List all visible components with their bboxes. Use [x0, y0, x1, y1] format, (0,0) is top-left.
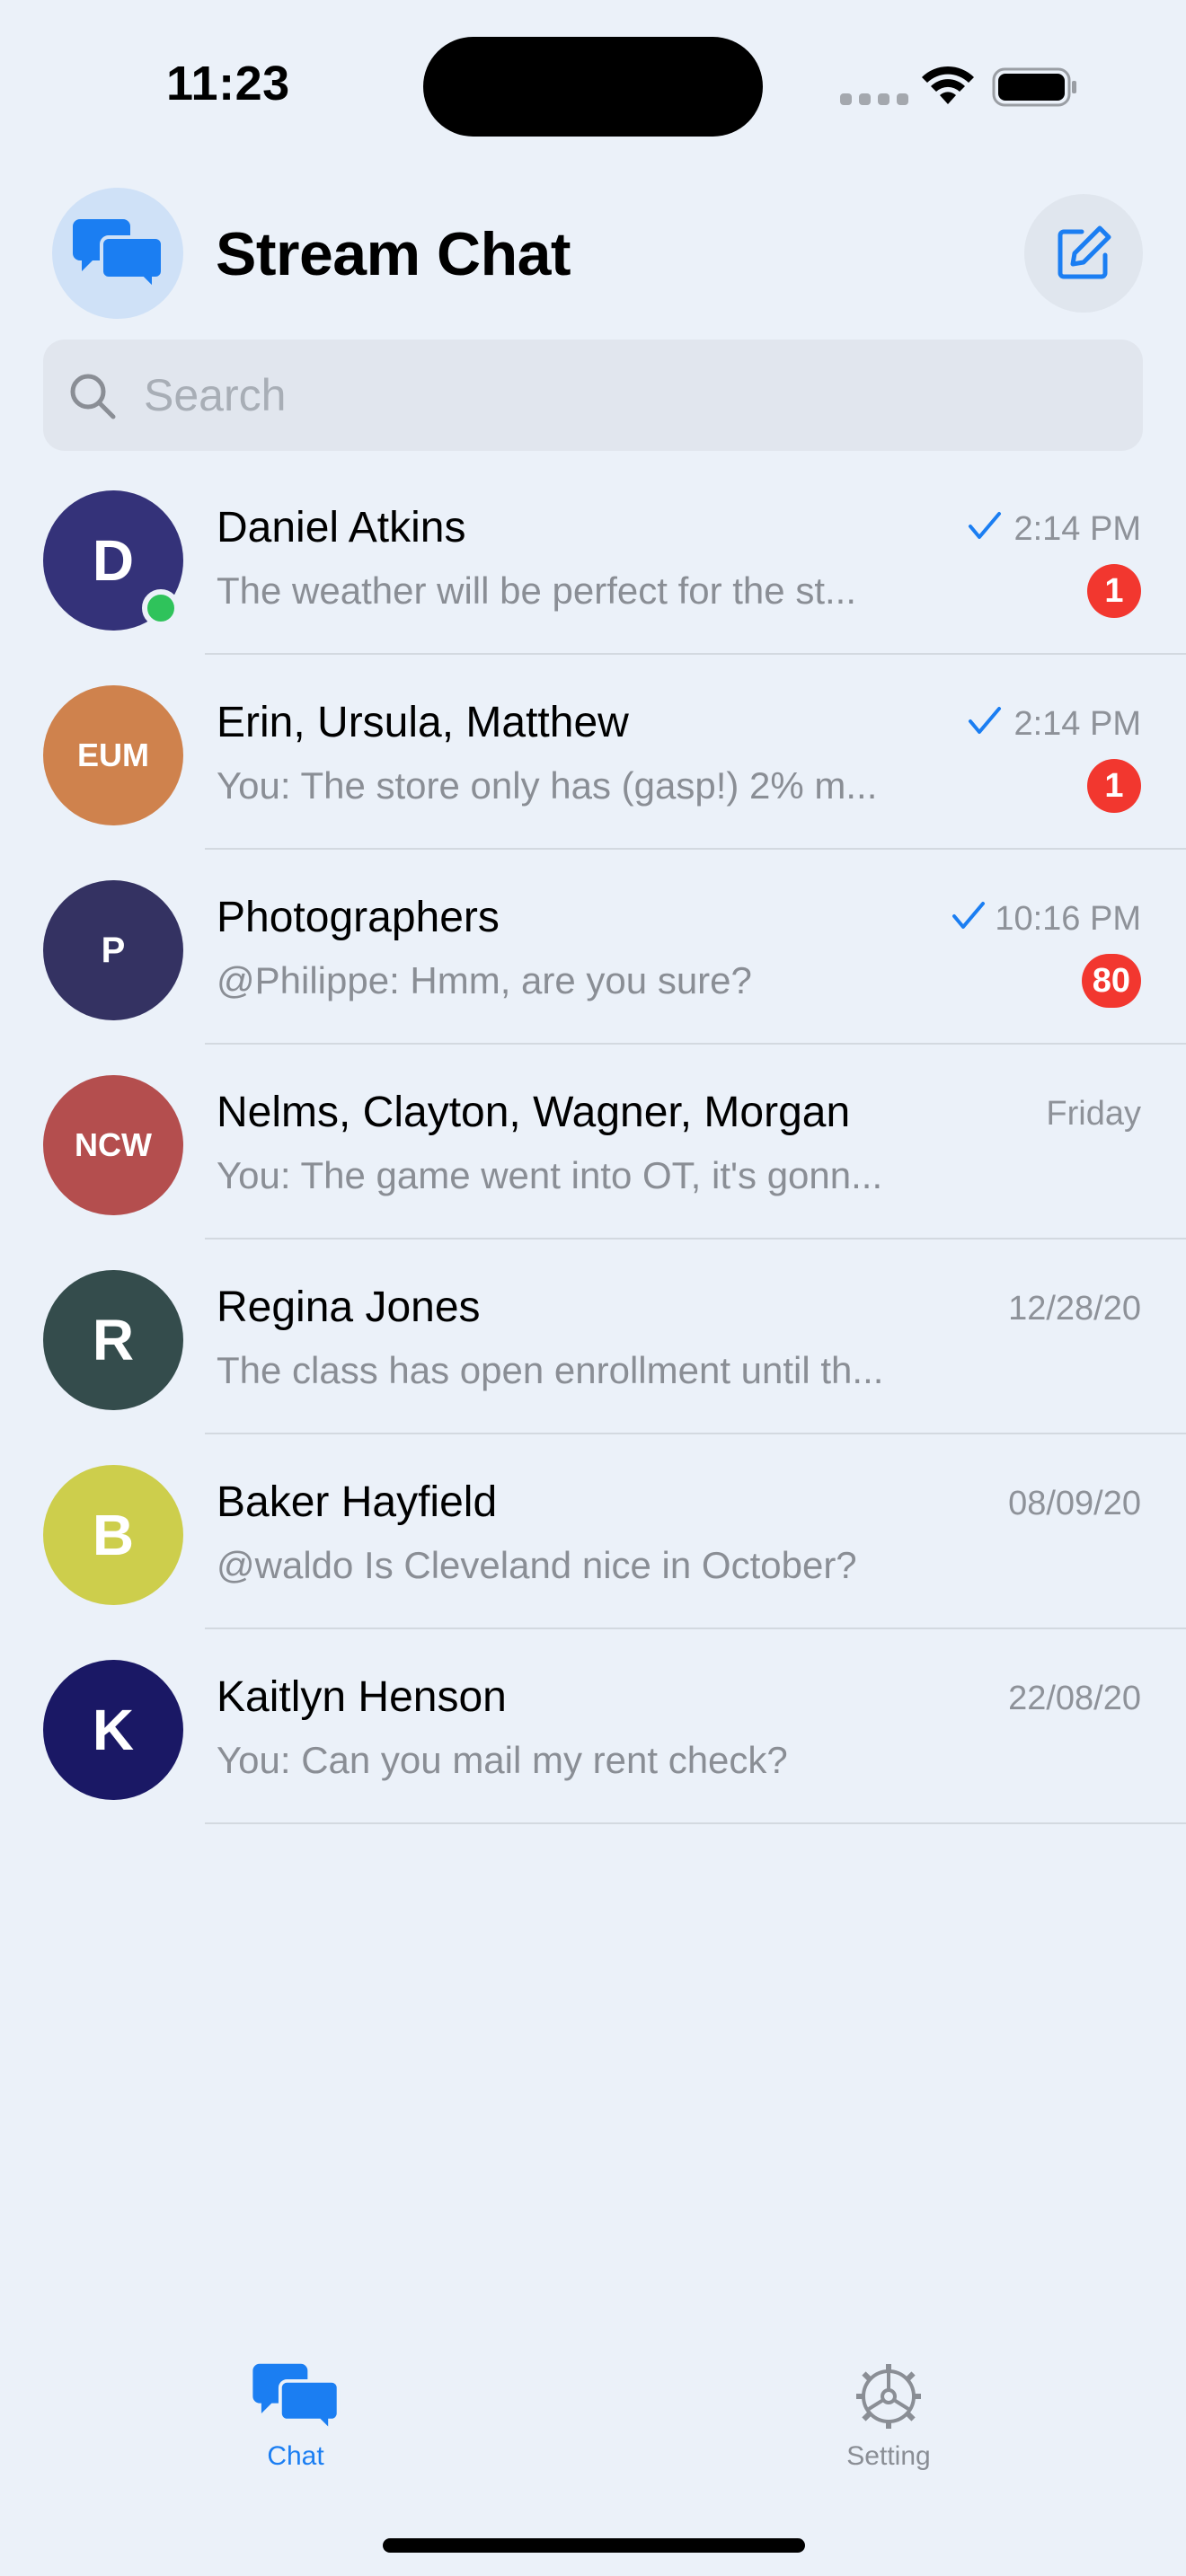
divider — [205, 1822, 1186, 1824]
tab-chat[interactable]: Chat — [206, 2360, 385, 2472]
timestamp: 08/09/20 — [1008, 1485, 1141, 1522]
unread-badge: 80 — [1081, 954, 1141, 1008]
battery-icon — [992, 67, 1076, 107]
tab-label: Setting — [846, 2441, 931, 2471]
avatar: P — [43, 880, 183, 1020]
tab-setting[interactable]: Setting — [799, 2360, 978, 2472]
avatar: EUM — [43, 685, 183, 825]
page-title: Stream Chat — [216, 220, 571, 288]
chat-bubbles-icon — [252, 2363, 341, 2432]
search-icon — [70, 374, 116, 419]
message-preview: The weather will be perfect for the st..… — [217, 569, 856, 612]
timestamp: 10:16 PM — [995, 900, 1141, 938]
chat-bubbles-icon — [73, 219, 164, 291]
tab-label: Chat — [267, 2441, 324, 2471]
online-indicator — [142, 589, 180, 627]
read-check-icon — [969, 512, 1001, 539]
channel-name: Baker Hayfield — [217, 1478, 498, 1526]
timestamp: 2:14 PM — [1013, 705, 1141, 743]
timestamp: 2:14 PM — [1013, 510, 1141, 548]
avatar: NCW — [43, 1075, 183, 1215]
channel-list: D Daniel Atkins The weather will be perf… — [0, 460, 1186, 1824]
channel-name: Photographers — [217, 894, 500, 941]
timestamp: 12/28/20 — [1008, 1290, 1141, 1328]
dynamic-island — [423, 37, 763, 137]
chat-list-screen: 11:23 Stream Chat D — [0, 0, 1186, 2576]
status-time: 11:23 — [166, 57, 290, 110]
cellular-signal-icon — [840, 93, 908, 105]
channel-name: Daniel Atkins — [217, 504, 466, 551]
unread-badge: 1 — [1087, 564, 1141, 618]
channel-row[interactable]: K Kaitlyn Henson You: Can you mail my re… — [0, 1629, 1186, 1824]
message-preview: @waldo Is Cleveland nice in October? — [217, 1544, 857, 1586]
channel-name: Kaitlyn Henson — [217, 1673, 507, 1721]
channel-row[interactable]: D Daniel Atkins The weather will be perf… — [0, 460, 1186, 655]
new-chat-button[interactable] — [1024, 194, 1143, 313]
channel-row[interactable]: EUM Erin, Ursula, Matthew You: The store… — [0, 655, 1186, 850]
timestamp: 22/08/20 — [1008, 1680, 1141, 1717]
channel-name: Nelms, Clayton, Wagner, Morgan — [217, 1089, 851, 1136]
read-check-icon — [952, 902, 985, 929]
wifi-icon — [922, 66, 974, 104]
channel-name: Erin, Ursula, Matthew — [217, 699, 629, 746]
channel-row[interactable]: P Photographers @Philippe: Hmm, are you … — [0, 850, 1186, 1045]
channel-row[interactable]: R Regina Jones The class has open enroll… — [0, 1239, 1186, 1434]
unread-badge: 1 — [1087, 759, 1141, 813]
search-bar[interactable] — [43, 340, 1143, 451]
search-input[interactable] — [144, 369, 1087, 421]
channel-name: Regina Jones — [217, 1284, 481, 1331]
compose-icon — [1058, 225, 1111, 279]
avatar: R — [43, 1270, 183, 1410]
gear-icon — [856, 2364, 921, 2429]
home-indicator — [383, 2538, 805, 2553]
message-preview: @Philippe: Hmm, are you sure? — [217, 959, 752, 1001]
channel-row[interactable]: B Baker Hayfield @waldo Is Cleveland nic… — [0, 1434, 1186, 1629]
message-preview: You: The game went into OT, it's gonn... — [217, 1154, 883, 1196]
app-logo — [52, 188, 183, 319]
message-preview: The class has open enrollment until th..… — [217, 1349, 884, 1391]
timestamp: Friday — [1046, 1095, 1141, 1133]
avatar: B — [43, 1465, 183, 1605]
avatar: K — [43, 1660, 183, 1800]
read-check-icon — [969, 707, 1001, 734]
channel-row[interactable]: NCW Nelms, Clayton, Wagner, Morgan You: … — [0, 1045, 1186, 1239]
message-preview: You: The store only has (gasp!) 2% m... — [217, 764, 878, 807]
message-preview: You: Can you mail my rent check? — [217, 1739, 788, 1781]
